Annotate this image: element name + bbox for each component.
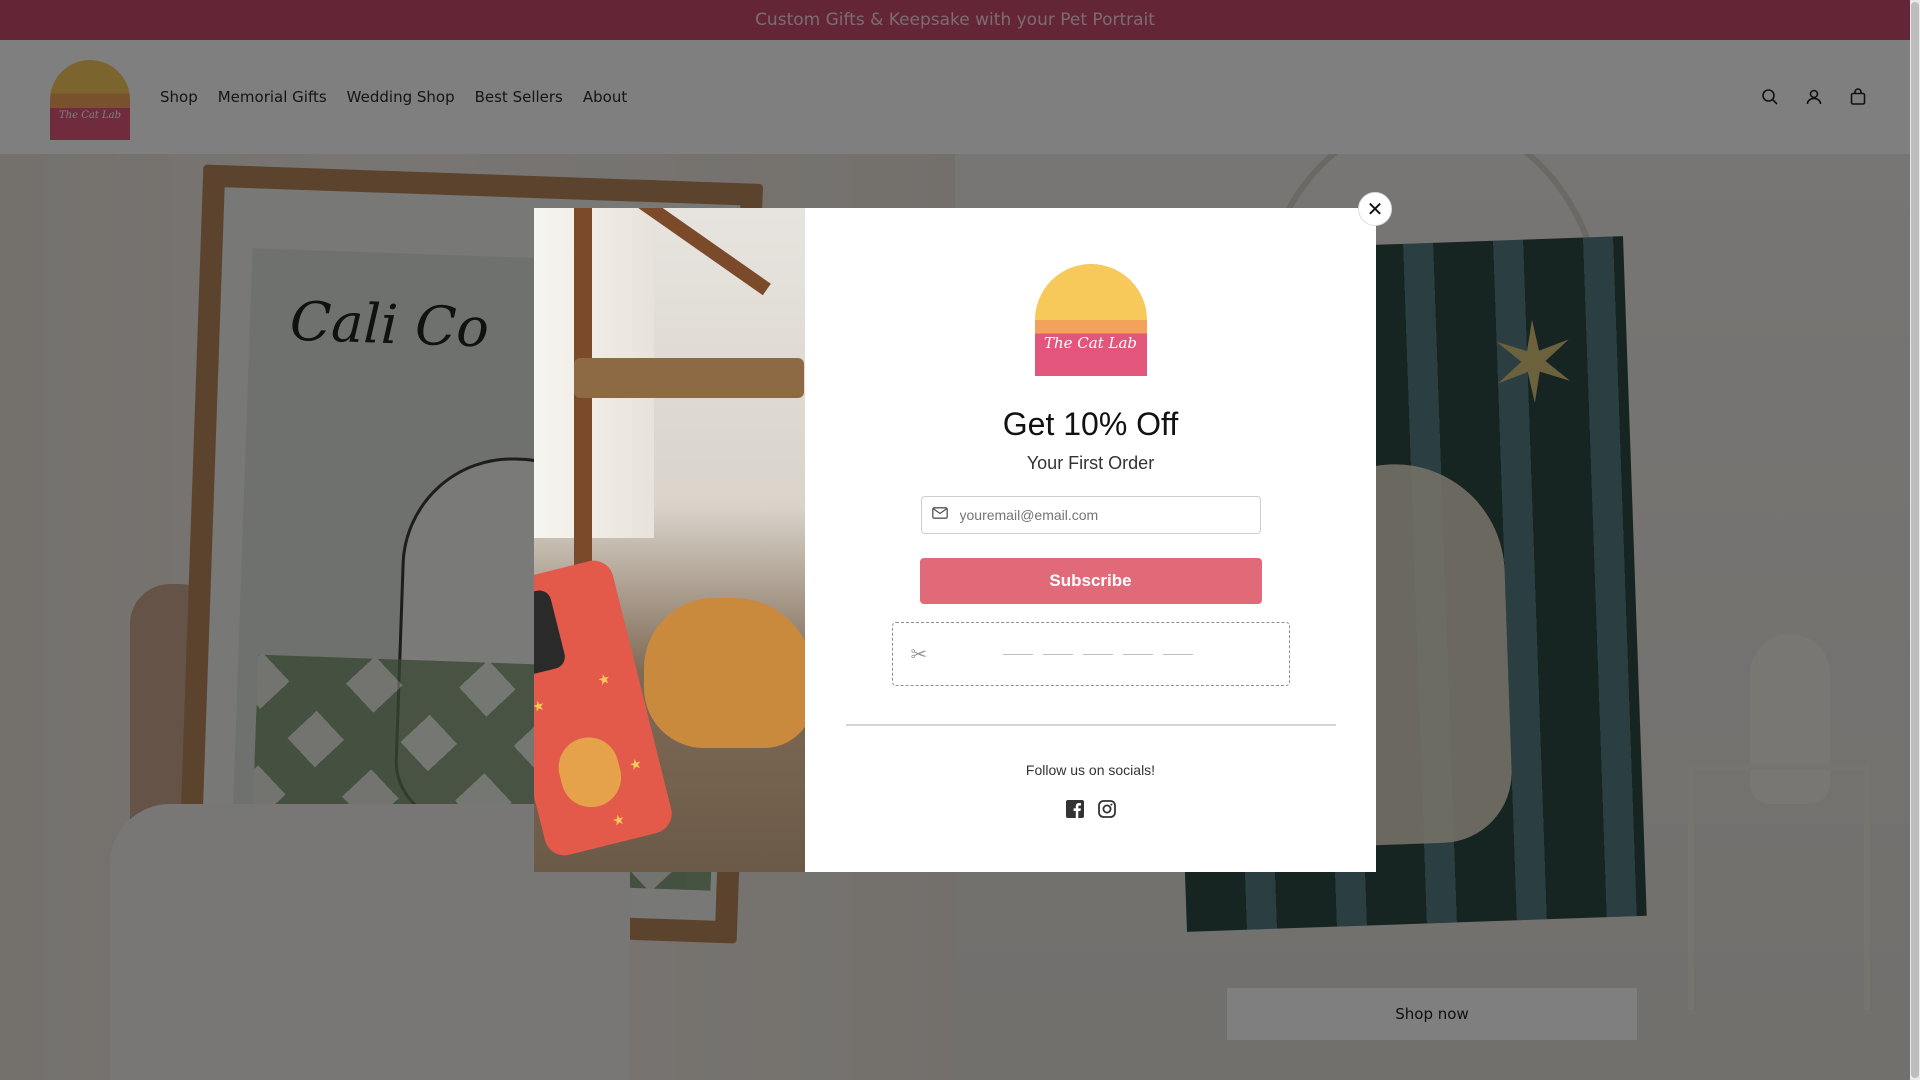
popup-image: ★ ★ ★ ★ — [534, 208, 805, 872]
close-popup-button[interactable]: ✕ — [1358, 192, 1392, 226]
popup-logo-text: The Cat Lab — [1043, 334, 1138, 352]
email-field-wrapper — [920, 496, 1261, 534]
puppy-shape — [644, 598, 805, 748]
scrollbar-thumb[interactable] — [1911, 2, 1919, 1078]
email-input[interactable] — [957, 506, 1250, 524]
popup-title: Get 10% Off — [1002, 406, 1179, 442]
follow-text: Follow us on socials! — [1025, 762, 1156, 778]
newsletter-popup: ★ ★ ★ ★ The Cat Lab Get 10% Off Your Fir… — [534, 208, 1376, 872]
instagram-icon[interactable] — [1097, 800, 1116, 818]
page-scrollbar[interactable] — [1910, 0, 1920, 1080]
mail-icon — [931, 506, 948, 524]
facebook-icon[interactable] — [1065, 800, 1084, 818]
social-links — [1065, 800, 1116, 818]
popup-subtitle: Your First Order — [1026, 453, 1155, 473]
subscribe-button[interactable]: Subscribe — [919, 558, 1262, 604]
popup-divider — [845, 724, 1336, 726]
coupon-box: ✂ — [891, 622, 1290, 686]
popup-logo: The Cat Lab — [1034, 264, 1147, 376]
scissors-icon: ✂ — [910, 643, 928, 666]
coupon-placeholder-lines — [1002, 654, 1193, 655]
popup-body: The Cat Lab Get 10% Off Your First Order… — [805, 208, 1376, 872]
